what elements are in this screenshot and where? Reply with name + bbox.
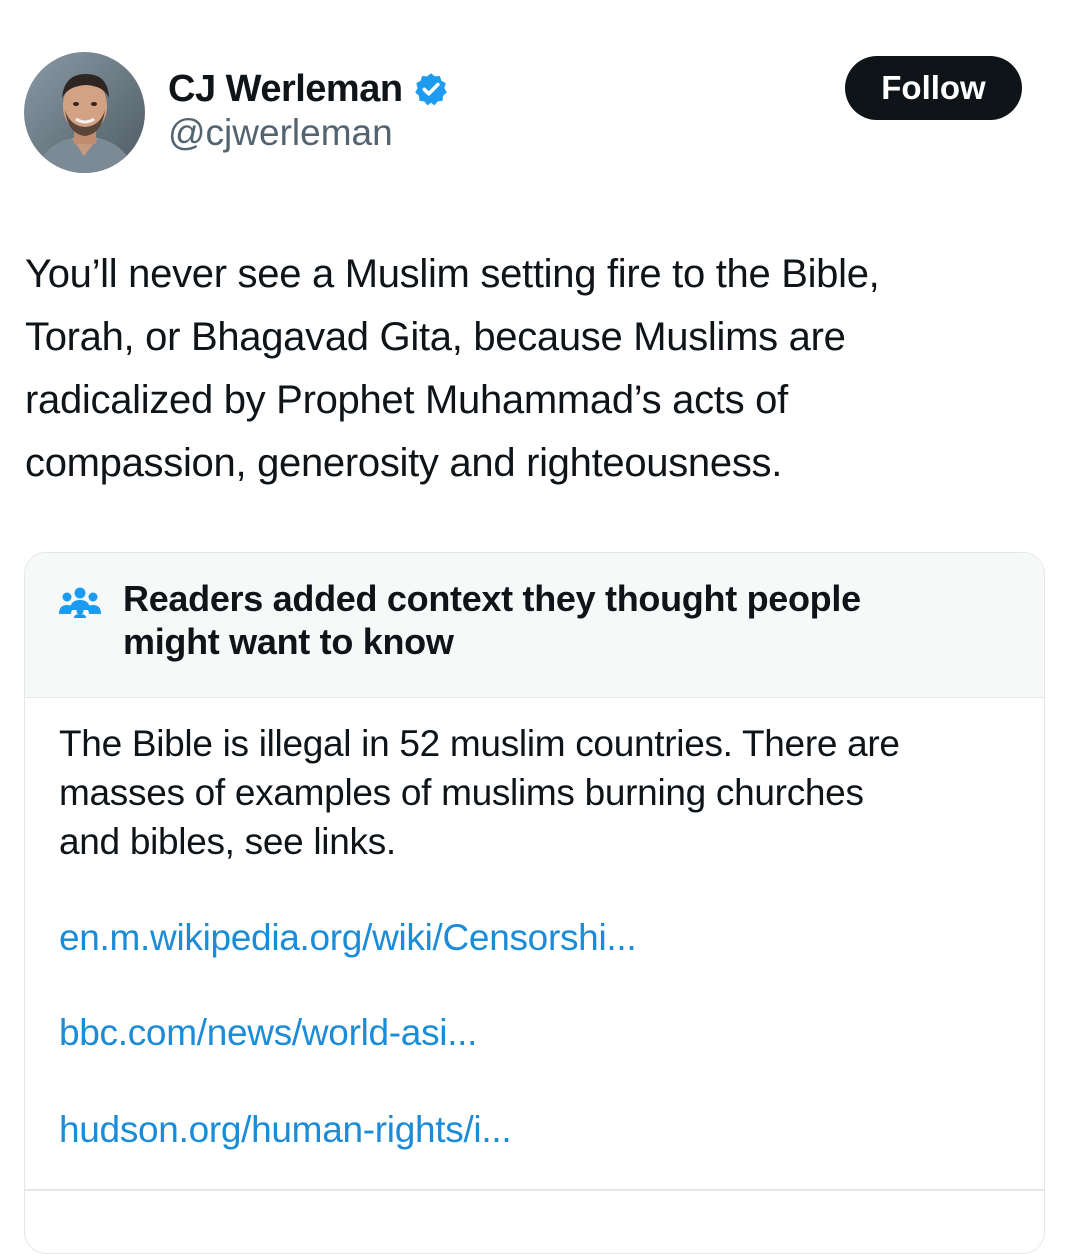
note-link-wikipedia[interactable]: en.m.wikipedia.org/wiki/Censorshi...: [59, 917, 637, 959]
avatar-image: [24, 52, 145, 173]
community-note-body: The Bible is illegal in 52 muslim countr…: [59, 723, 900, 862]
community-note-header[interactable]: Readers added context they thought peopl…: [25, 553, 1044, 698]
tweet: CJ Werleman @cjwerleman Follow You’ll ne…: [0, 0, 1068, 1254]
tweet-text: You’ll never see a Muslim setting fire t…: [25, 252, 880, 485]
handle[interactable]: @cjwerleman: [168, 112, 393, 154]
follow-button[interactable]: Follow: [845, 56, 1022, 120]
display-name[interactable]: CJ Werleman: [168, 68, 403, 111]
community-note-title: Readers added context they thought peopl…: [123, 578, 861, 662]
note-link-hudson[interactable]: hudson.org/human-rights/i...: [59, 1109, 512, 1151]
verified-badge-icon: [413, 71, 449, 107]
divider: [25, 1189, 1044, 1191]
avatar[interactable]: [24, 52, 145, 173]
note-link-bbc[interactable]: bbc.com/news/world-asi...: [59, 1012, 477, 1054]
people-icon: [59, 584, 101, 618]
community-note: Readers added context they thought peopl…: [24, 552, 1045, 1254]
author-name-row: CJ Werleman: [168, 64, 449, 114]
